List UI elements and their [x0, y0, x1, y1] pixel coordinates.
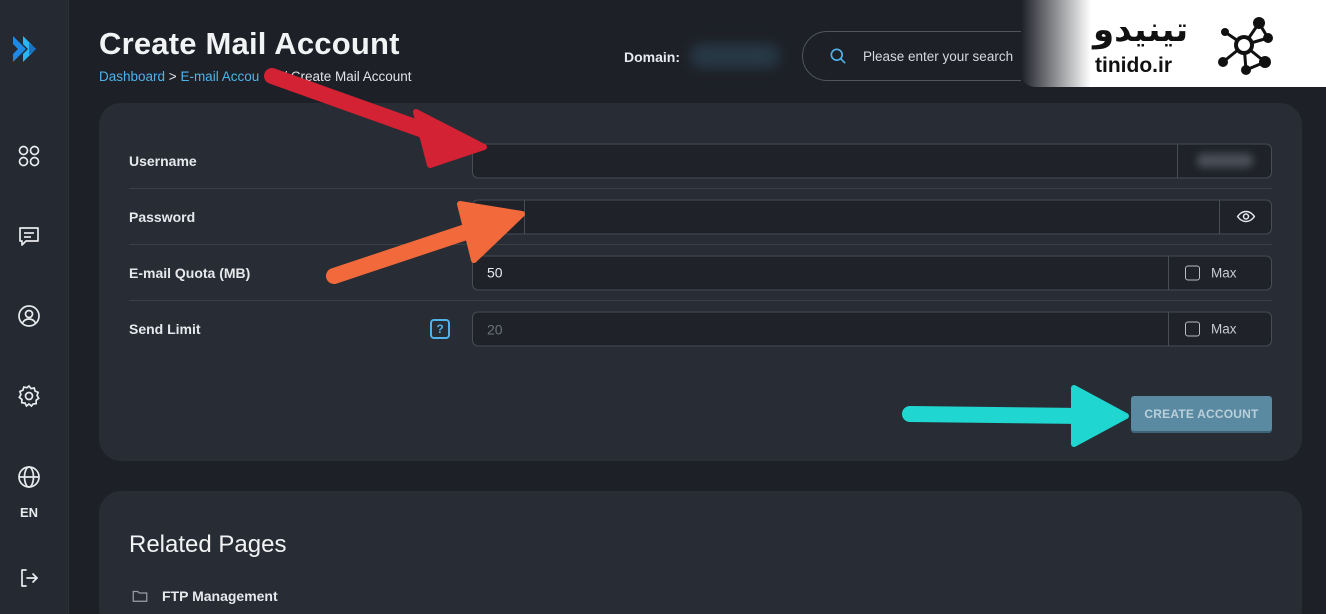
send-limit-max-toggle[interactable]: Max [1168, 312, 1271, 346]
send-limit-help-icon[interactable]: ? [430, 319, 450, 339]
quota-field: Max [472, 255, 1272, 290]
username-label: Username [129, 152, 197, 169]
dashboard-grid-icon[interactable] [14, 141, 44, 171]
create-account-button[interactable]: CREATE ACCOUNT [1131, 396, 1272, 431]
related-item-ftp-management[interactable]: FTP Management [131, 587, 278, 605]
domain-label: Domain: [624, 49, 680, 65]
password-input[interactable] [525, 200, 1219, 233]
send-limit-max-checkbox[interactable] [1185, 321, 1200, 337]
password-label: Password [129, 208, 196, 225]
username-row: Username [129, 133, 1272, 189]
breadcrumb: Dashboard > E-mail Accou / Create Mail Ac… [99, 69, 412, 84]
tinido-watermark: تینیدو tinido.ir [1021, 0, 1326, 87]
breadcrumb-email-accounts-link[interactable]: E-mail Accou [180, 69, 259, 84]
tinido-logo-icon [1218, 17, 1273, 75]
quota-input[interactable] [473, 256, 1168, 289]
page-title: Create Mail Account [99, 26, 400, 61]
username-domain-suffix-redacted [1177, 144, 1271, 177]
send-limit-label: Send Limit [129, 321, 201, 337]
related-pages-title: Related Pages [129, 531, 287, 558]
globe-icon[interactable] [14, 462, 44, 492]
quota-max-label: Max [1211, 265, 1237, 280]
password-generate-addon[interactable] [473, 200, 525, 233]
brand-logo-icon[interactable] [9, 30, 49, 70]
settings-icon[interactable] [14, 381, 44, 411]
quota-row: E-mail Quota (MB) Max [129, 245, 1272, 301]
user-circle-icon[interactable] [14, 301, 44, 331]
show-password-toggle[interactable] [1219, 200, 1271, 233]
watermark-site-text: tinido.ir [1095, 54, 1172, 77]
breadcrumb-current: / Create Mail Account [283, 69, 412, 84]
send-limit-field: Max [472, 311, 1272, 347]
username-input[interactable] [473, 144, 1177, 177]
message-icon[interactable] [14, 221, 44, 251]
quota-max-checkbox[interactable] [1185, 265, 1200, 280]
breadcrumb-separator: > [165, 69, 181, 84]
username-field [472, 143, 1272, 178]
send-limit-row: Send Limit ? Max [129, 301, 1272, 357]
quota-max-toggle[interactable]: Max [1168, 256, 1271, 289]
related-pages-card: Related Pages FTP Management [99, 491, 1302, 614]
send-limit-input[interactable] [473, 312, 1168, 346]
language-selector[interactable]: EN [0, 505, 58, 520]
search-input[interactable] [863, 48, 1043, 64]
search-icon [830, 48, 846, 64]
breadcrumb-dashboard-link[interactable]: Dashboard [99, 69, 165, 84]
create-account-form-card: Username Password E-mail Quota (MB) Max [99, 103, 1302, 461]
password-row: Password [129, 189, 1272, 245]
send-limit-max-label: Max [1211, 321, 1237, 337]
eye-icon [1236, 210, 1255, 223]
domain-value-redacted[interactable] [690, 44, 780, 68]
watermark-persian-text: تینیدو [1093, 10, 1189, 50]
logout-icon[interactable] [14, 563, 44, 593]
sidebar: EN [0, 0, 69, 614]
watermark-fade [1021, 0, 1091, 87]
password-field [472, 199, 1272, 234]
related-item-label: FTP Management [162, 588, 278, 604]
folder-icon [132, 590, 148, 602]
quota-label: E-mail Quota (MB) [129, 264, 251, 281]
